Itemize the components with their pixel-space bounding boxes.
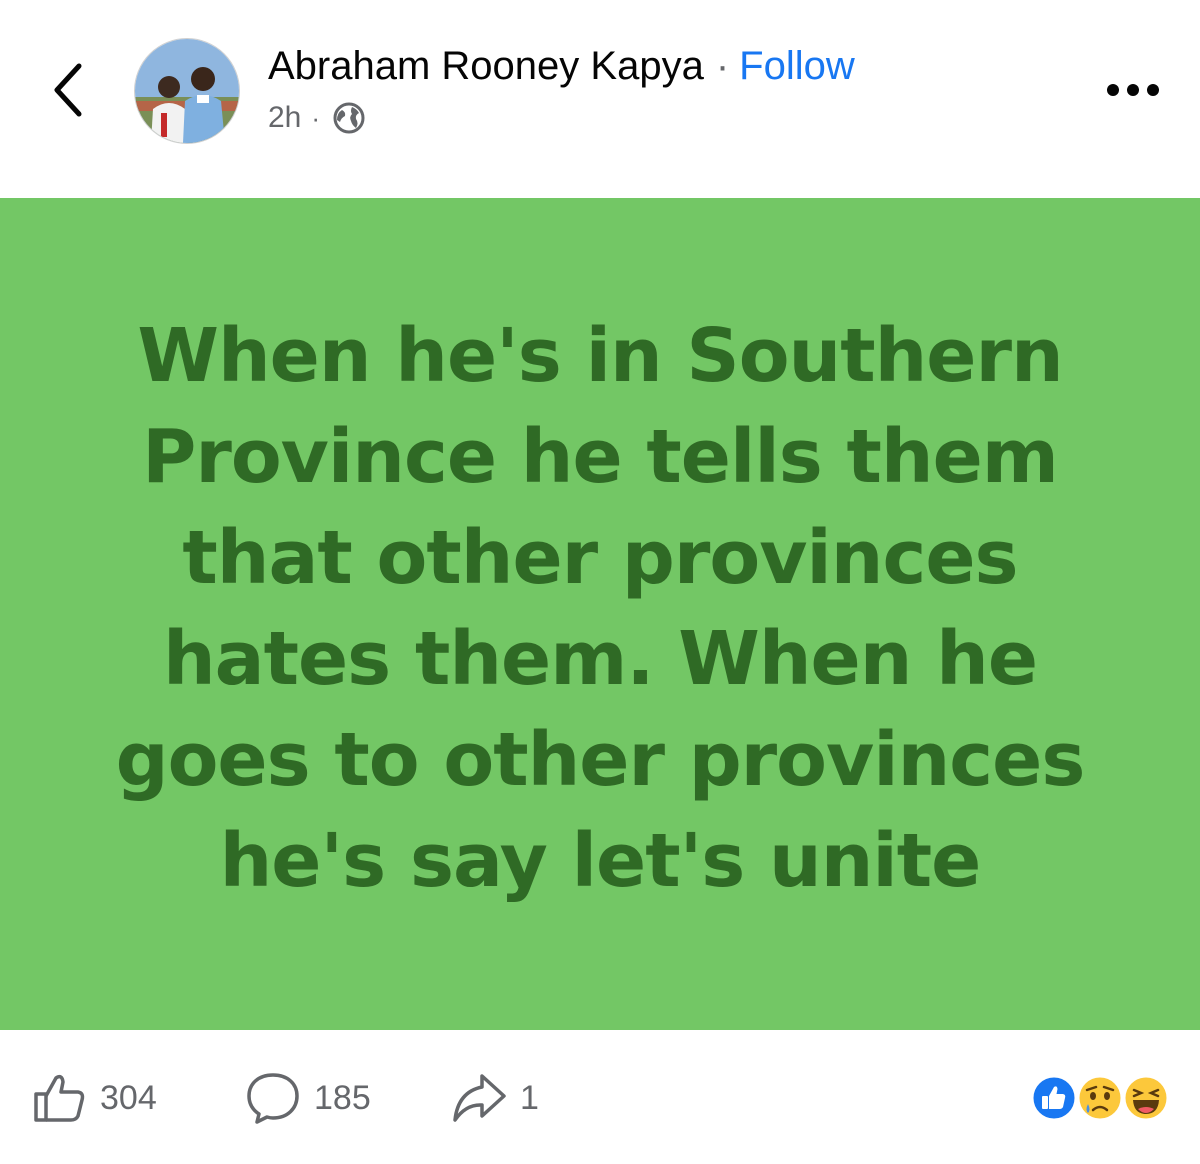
post-footer: 304 185 1 xyxy=(0,1030,1200,1164)
post-page: Abraham Rooney Kapya · Follow 2h · When … xyxy=(0,0,1200,1164)
author-avatar[interactable] xyxy=(134,38,240,144)
name-separator: · xyxy=(715,44,730,88)
post-meta: 2h · xyxy=(268,96,366,140)
more-options-button[interactable] xyxy=(1100,70,1166,110)
back-button[interactable] xyxy=(40,58,96,122)
like-button[interactable]: 304 xyxy=(32,1068,157,1128)
post-text-line: he's say let's unite xyxy=(219,818,982,904)
post-text-line: hates them. When he xyxy=(162,616,1038,702)
post-text-line: When he's in Southern xyxy=(137,313,1063,399)
post-text: When he's in Southern Province he tells … xyxy=(40,306,1160,912)
share-button[interactable]: 1 xyxy=(450,1068,539,1128)
comment-bubble-icon xyxy=(247,1073,299,1124)
thumbs-up-icon xyxy=(34,1074,85,1122)
comment-button[interactable]: 185 xyxy=(244,1068,371,1128)
like-count: 304 xyxy=(100,1078,157,1117)
post-text-line: goes to other provinces xyxy=(115,717,1086,803)
like-reaction-icon xyxy=(1030,1074,1078,1122)
follow-button[interactable]: Follow xyxy=(739,40,855,92)
reaction-summary[interactable] xyxy=(1028,1070,1178,1126)
share-arrow-icon xyxy=(453,1074,506,1122)
haha-reaction-icon xyxy=(1122,1074,1170,1122)
author-row: Abraham Rooney Kapya · Follow xyxy=(268,40,855,92)
sad-reaction-icon xyxy=(1076,1074,1124,1122)
post-text-line: Province he tells them xyxy=(142,414,1059,500)
chevron-left-icon xyxy=(54,63,82,117)
author-name[interactable]: Abraham Rooney Kapya xyxy=(268,40,704,92)
globe-icon xyxy=(332,101,366,135)
more-dots-icon xyxy=(1107,84,1159,96)
share-count: 1 xyxy=(520,1078,539,1117)
text-post-background[interactable]: When he's in Southern Province he tells … xyxy=(0,198,1200,1030)
comment-count: 185 xyxy=(314,1078,371,1117)
post-time[interactable]: 2h xyxy=(268,101,301,135)
post-header: Abraham Rooney Kapya · Follow 2h · xyxy=(0,0,1200,196)
post-text-line: that other provinces xyxy=(182,515,1018,601)
meta-separator: · xyxy=(311,102,321,133)
